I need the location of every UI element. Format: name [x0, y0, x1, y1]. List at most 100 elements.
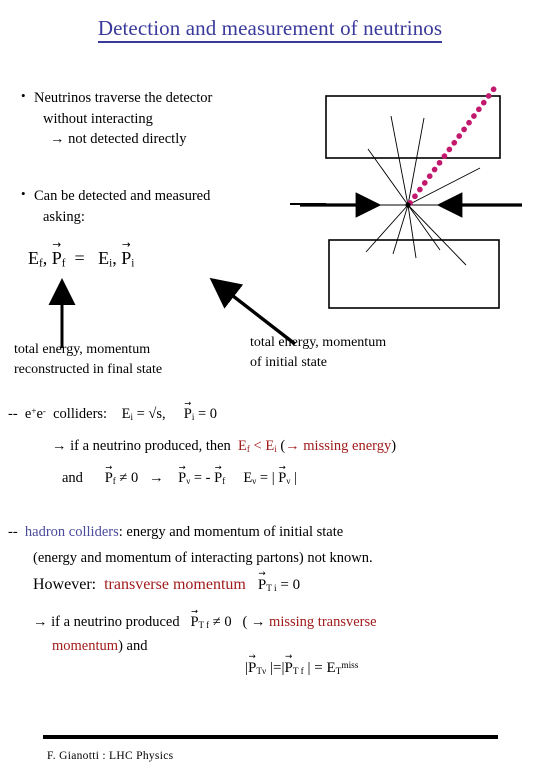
met-ET: E [326, 660, 336, 676]
track [407, 204, 417, 259]
minus-sign: - [42, 406, 46, 417]
vector-arrow-icon: → [214, 462, 222, 473]
vector-arrow-icon: → [190, 606, 199, 617]
bullet-item-can-be-detected: • Can be detected and measured asking: [21, 186, 304, 227]
ee-line3-Pnu2-sub: ν [286, 475, 291, 486]
pt-initial-value: = 0 [280, 577, 301, 593]
arrow-glyph: → [52, 438, 67, 454]
ee-line3-Pf2: P [214, 470, 223, 486]
track [365, 204, 409, 253]
vector-arrow-icon: → [105, 462, 113, 473]
ee-line3-Pnu-sub: ν [186, 475, 191, 486]
interaction-vertex [405, 202, 411, 208]
footer-divider [43, 735, 498, 739]
hadron-text-after: : energy and momentum of initial state [118, 524, 344, 540]
caption-final-line-2: reconstructed in final state [14, 362, 163, 378]
ee-line3-Pf2-vector: → P [214, 463, 223, 487]
however-transverse-line: However: transverse momentum → PT i = 0 [33, 570, 301, 595]
ee-line3-Pnu-vector: → P [178, 463, 187, 487]
footer-text: F. Gianotti : LHC Physics [47, 750, 174, 762]
ee-line3-eq2: = | [259, 470, 275, 486]
ee-line2-Ef-sub: f [246, 443, 250, 454]
arrow-glyph: → [50, 131, 65, 148]
met-Ptf: P [284, 660, 293, 676]
pt-final-P: P [190, 614, 199, 630]
met-equation: | → PTν |=| → PT f | = ETmiss [245, 653, 359, 678]
ee-line3-Pf-sub: f [112, 475, 116, 486]
ee-line2-lt: < [253, 438, 262, 454]
met-Ptnu-sub: Tν [256, 667, 267, 678]
met-Ptf-vector: → P [284, 653, 293, 677]
vector-arrow-icon: → [278, 462, 286, 473]
ee-line3-Enu-sub: ν [252, 475, 257, 486]
ee-colliders-line: -- e+e- colliders: Ei = √s, → Pi = 0 [8, 399, 218, 423]
ee-line3-and: and [62, 470, 83, 486]
ee-eq-equals: = [136, 406, 145, 422]
bullet-2-line-2: asking: [43, 208, 85, 225]
track [407, 117, 425, 206]
caption-initial-line-2: of initial state [250, 355, 327, 371]
vector-arrow-icon: → [258, 569, 266, 580]
ee-line3-Pnu2-vector: → P [278, 463, 286, 487]
ee-eq-sqrt-s: √s, [148, 406, 166, 422]
bullet-1-line-2: without interacting [43, 110, 153, 127]
met-Ptnu-vector: → P [248, 653, 256, 677]
ee-line3-eq-neg: = - [193, 470, 211, 486]
ee-missing-energy-label: missing energy [303, 438, 392, 454]
page-title-text: Detection and measurement of neutrinos [97, 16, 443, 43]
ee-eq-E-sub: i [130, 411, 133, 422]
caption-final-state: total energy, momentum reconstructed in … [14, 340, 162, 381]
dash-marker: -- [8, 406, 18, 422]
pt-initial-sub: T i [266, 584, 277, 595]
paren-close: ) [391, 438, 397, 454]
vector-arrow-icon: → [248, 652, 256, 663]
upper-detector-block [325, 95, 501, 159]
pt-final-vector: → P [190, 607, 199, 631]
hadron-partons-line: (energy and momentum of interacting part… [33, 550, 373, 566]
pt-initial-P: P [257, 577, 267, 593]
ee-line2-Ei: E [265, 438, 275, 454]
caption-final-line-1: total energy, momentum [14, 342, 151, 357]
ee-line3-neq: ≠ 0 [119, 470, 139, 486]
track [407, 204, 467, 266]
ee-neutrino-momentum-line: and → Pf ≠ 0 → → Pν = - → Pf Eν = | → Pν | [62, 463, 297, 487]
arrow-glyph: → [33, 614, 48, 630]
track [407, 204, 441, 251]
ee-line3-Enu: E [243, 470, 253, 486]
ee-eq-P: P [183, 406, 192, 422]
caption-initial-state: total energy, momentum of initial state [250, 333, 386, 374]
missing-transverse-label: missing transverse [269, 614, 377, 630]
however-label: However: [33, 576, 97, 593]
ee-line3-Pf2-sub: f [222, 475, 226, 486]
arrow-glyph: → [285, 438, 300, 454]
ee-missing-energy-line: → if a neutrino produced, then Ef < Ei (… [52, 438, 396, 455]
pt-final-neq: ≠ 0 [212, 614, 232, 630]
ee-eq-P-value: = 0 [197, 406, 218, 422]
paren-open: ( [242, 614, 248, 630]
ee-line3-Pnu: P [178, 470, 187, 486]
connector-line-to-diagram [290, 203, 326, 205]
hadron-neutrino-line-2: momentum) and [52, 638, 147, 655]
arrow-glyph: → [149, 470, 164, 486]
collision-diagram-svg [300, 83, 522, 309]
met-ET-sup: miss [341, 661, 359, 672]
ee-eq-P-sub: i [191, 411, 195, 422]
vector-arrow-icon: → [285, 652, 293, 663]
bullet-1-line-3: → not detected directly [50, 131, 187, 148]
hadron-colliders-line: -- hadron colliders: energy and momentum… [8, 524, 343, 541]
hadron-nu-text: if a neutrino produced [51, 614, 180, 630]
met-equals: = [314, 660, 323, 676]
page-title: Detection and measurement of neutrinos [0, 16, 540, 43]
bullet-dot-icon: • [21, 186, 26, 201]
ee-line2-Ei-sub: i [274, 443, 277, 454]
vector-arrow-icon: → [184, 398, 192, 409]
ee-line2-Ef: E [238, 438, 247, 454]
bullet-item-neutrinos-traverse: • Neutrinos traverse the detector withou… [21, 88, 304, 150]
collision-event-diagram [300, 78, 540, 328]
transverse-momentum-label: transverse momentum [104, 576, 246, 593]
arrow-glyph: → [250, 614, 266, 630]
charged-track-group [365, 115, 481, 266]
ee-eq-Pi-vector: → P [183, 399, 192, 423]
label-colliders: colliders: [53, 406, 108, 422]
vector-arrow-icon: → [178, 462, 186, 473]
